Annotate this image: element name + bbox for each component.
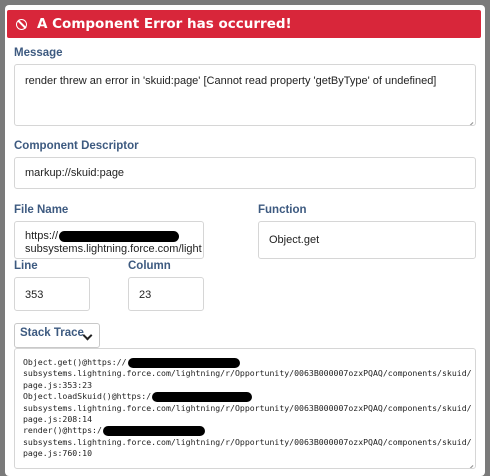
chevron-down-icon (82, 330, 93, 341)
stack-line: subsystems.lightning.force.com/lightning… (23, 368, 472, 379)
error-header: A Component Error has occurred! (7, 10, 481, 38)
stack-line-text: render()@https:/ (23, 425, 102, 436)
stack-line-text: Object.get()@https:// (23, 357, 127, 367)
stack-trace-select[interactable]: Stack Trace (14, 323, 100, 348)
ban-icon (16, 18, 27, 30)
function-field[interactable]: Object.get (258, 221, 476, 259)
component-descriptor-field[interactable]: markup://skuid:page (14, 157, 476, 189)
column-field[interactable]: 23 (128, 277, 204, 311)
redaction-bar (59, 230, 180, 242)
line-label: Line (14, 260, 38, 272)
column-label: Column (128, 260, 171, 272)
message-text: render threw an error in 'skuid:page' [C… (25, 75, 437, 87)
stack-line: page.js:208:14 (23, 414, 93, 425)
error-modal: A Component Error has occurred! Message … (5, 5, 485, 476)
stack-trace-selected-label: Stack Trace (20, 327, 84, 339)
error-title: A Component Error has occurred! (37, 16, 292, 32)
redaction-bar (127, 357, 240, 368)
message-textarea[interactable]: render threw an error in 'skuid:page' [C… (14, 64, 476, 126)
stack-line: Object.get()@https:// (23, 357, 467, 368)
redaction-bar (102, 425, 205, 436)
stack-line: subsystems.lightning.force.com/lightning… (23, 402, 472, 413)
column-value: 23 (139, 289, 152, 301)
file-name-url-prefix: https:// (25, 230, 59, 242)
stack-trace-textarea[interactable]: Object.get()@https://subsystems.lightnin… (14, 348, 476, 469)
file-name-line-1: https:// (25, 230, 193, 243)
function-label: Function (258, 204, 307, 216)
stack-line: subsystems.lightning.force.com/lightning… (23, 436, 472, 447)
stack-line: page.js:760:10 (23, 448, 93, 459)
line-field[interactable]: 353 (14, 277, 90, 311)
file-name-line-2: subsystems.lightning.force.com/light (25, 243, 202, 255)
stack-line: page.js:353:23 (23, 379, 93, 390)
resize-handle-icon[interactable] (465, 115, 473, 123)
component-descriptor-value: markup://skuid:page (25, 167, 125, 179)
stack-line: render()@https:/ (23, 425, 467, 436)
stack-line-text: Object.loadSkuid()@https:/ (23, 391, 152, 402)
redaction-bar (152, 391, 253, 402)
component-descriptor-label: Component Descriptor (14, 140, 139, 152)
file-name-field[interactable]: https:// subsystems.lightning.force.com/… (14, 221, 204, 259)
message-label: Message (14, 47, 63, 59)
function-value: Object.get (269, 234, 320, 246)
line-value: 353 (25, 289, 44, 301)
file-name-label: File Name (14, 204, 69, 216)
resize-handle-icon[interactable] (465, 458, 473, 466)
stack-line: Object.loadSkuid()@https:/ (23, 391, 467, 402)
